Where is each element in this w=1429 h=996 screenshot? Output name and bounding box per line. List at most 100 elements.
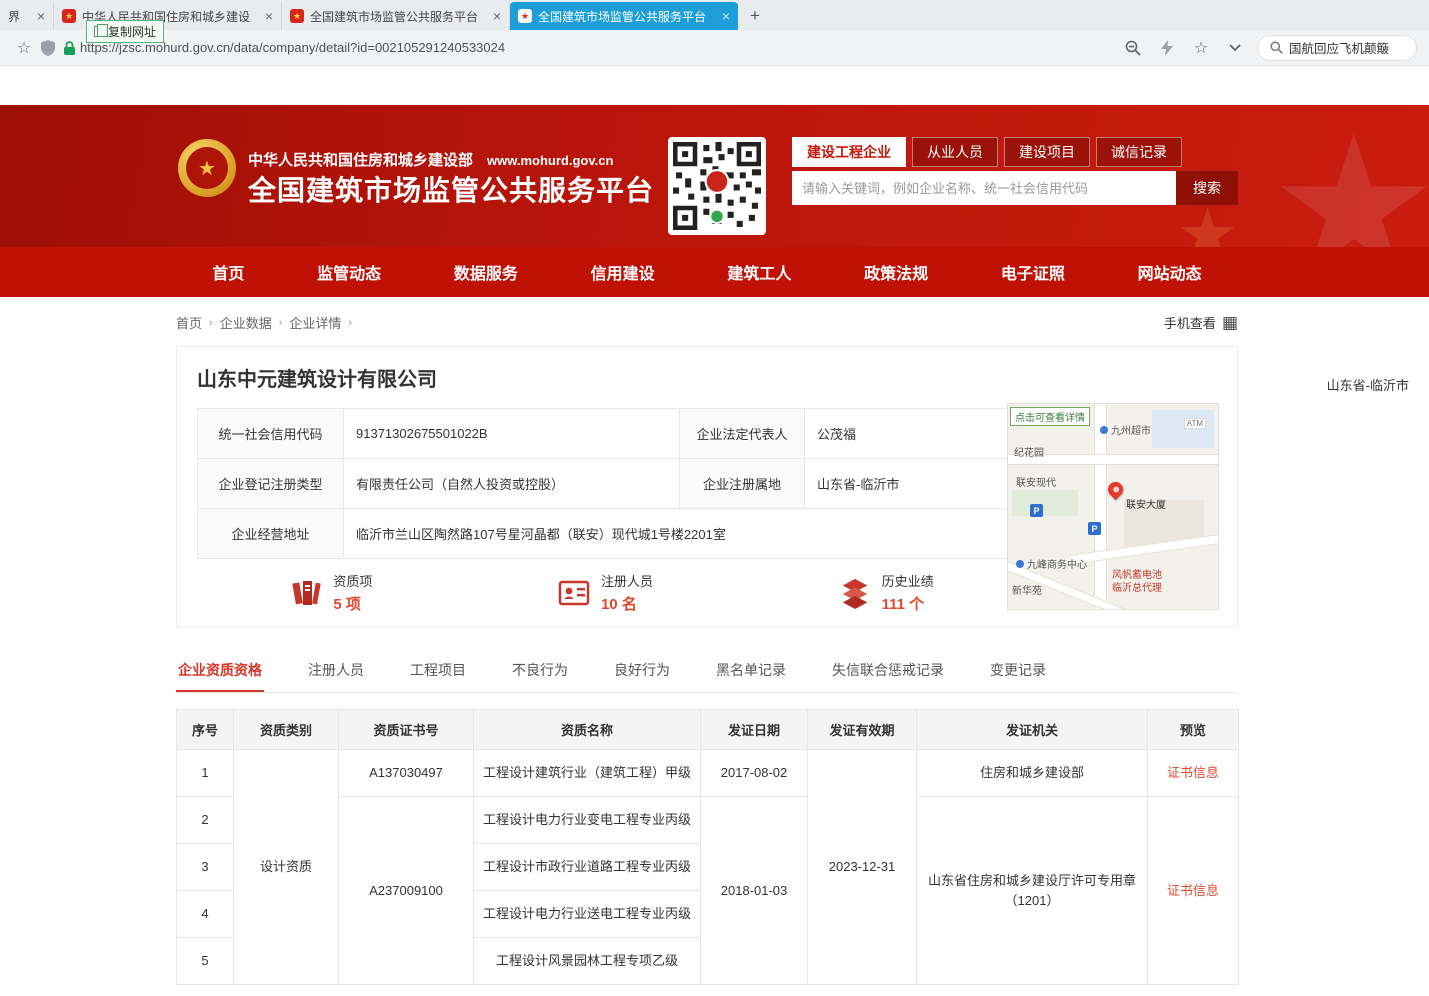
breadcrumb: 首页 › 企业数据 › 企业详情 › <box>176 313 352 332</box>
col-category: 资质类别 <box>234 710 339 750</box>
zoom-icon[interactable] <box>1121 36 1145 60</box>
tab-registered-personnel[interactable]: 注册人员 <box>306 652 366 692</box>
close-icon[interactable]: × <box>37 9 45 23</box>
cell-cert-number: A137030497 <box>339 750 474 797</box>
legal-rep-value: 公茂福 <box>805 409 1027 459</box>
map-label-text: 联安大厦 <box>1126 496 1166 511</box>
stat-historical-performance[interactable]: 历史业绩 111 个 <box>838 571 934 614</box>
nav-item-data-services[interactable]: 数据服务 <box>454 260 518 284</box>
map-label-xinhua: 新华苑 <box>1012 582 1042 597</box>
close-icon[interactable]: × <box>265 9 273 23</box>
reg-type-value: 有限责任公司（自然人投资或控股） <box>344 459 680 509</box>
tab-projects[interactable]: 工程项目 <box>408 652 468 692</box>
stat-qualifications[interactable]: 资质项 5 项 <box>289 571 372 614</box>
stat-label: 资质项 <box>333 571 372 590</box>
layers-icon <box>838 577 872 609</box>
col-validity: 发证有效期 <box>808 710 917 750</box>
browser-address-bar[interactable]: ☆ https://jzsc.mohurd.gov.cn/data/compan… <box>0 30 1429 66</box>
cell-serial: 2 <box>177 797 234 844</box>
nav-item-construction-workers[interactable]: 建筑工人 <box>727 260 791 284</box>
col-qualification-name: 资质名称 <box>474 710 701 750</box>
tab-bad-behavior[interactable]: 不良行为 <box>510 652 570 692</box>
breadcrumb-separator: › <box>209 317 213 329</box>
flash-icon[interactable] <box>1155 36 1179 60</box>
cell-preview: 证书信息 <box>1148 750 1239 797</box>
tab-good-behavior[interactable]: 良好行为 <box>612 652 672 692</box>
stat-registered-personnel[interactable]: 注册人员 10 名 <box>557 571 653 614</box>
reg-type-label: 企业登记注册类型 <box>198 459 344 509</box>
parking-icon: P <box>1030 504 1043 517</box>
nav-item-supervision-news[interactable]: 监管动态 <box>317 260 381 284</box>
browser-tab-bar: 界 × ★ 中华人民共和国住房和城乡建设 × ★ 全国建筑市场监管公共服务平台 … <box>0 0 1429 30</box>
search-tab-projects[interactable]: 建设项目 <box>1004 137 1090 167</box>
tab-enterprise-qualifications[interactable]: 企业资质资格 <box>176 652 264 692</box>
copy-url-tooltip[interactable]: 复制网址 <box>86 20 164 43</box>
nav-item-policies[interactable]: 政策法规 <box>864 260 928 284</box>
address-label: 企业经营地址 <box>198 509 344 559</box>
map-label-lianan-modern: 联安现代 <box>1016 474 1056 489</box>
site-favicon-icon: ★ <box>290 9 304 23</box>
breadcrumb-company-data[interactable]: 企业数据 <box>220 313 272 332</box>
detail-tabs: 企业资质资格 注册人员 工程项目 不良行为 良好行为 黑名单记录 失信联合惩戒记… <box>176 652 1238 693</box>
parking-icon: P <box>1088 522 1101 535</box>
search-category-tabs: 建设工程企业 从业人员 建设项目 诚信记录 <box>792 137 1238 167</box>
copy-icon <box>94 26 103 37</box>
map-label-atm: ATM <box>1184 418 1206 429</box>
browser-tab-partial[interactable]: 界 × <box>0 2 54 30</box>
favorite-star-icon[interactable]: ☆ <box>1189 36 1213 60</box>
cell-qualification-name: 工程设计市政行业道路工程专业丙级 <box>474 844 701 891</box>
map-label-text: 九峰商务中心 <box>1027 556 1087 571</box>
site-favicon-icon: ★ <box>518 9 532 23</box>
qr-code <box>668 137 766 235</box>
search-tab-construction-enterprise[interactable]: 建设工程企业 <box>792 137 906 167</box>
map-marker-icon <box>1016 560 1024 568</box>
mobile-view-control[interactable]: 手机查看 ▦ <box>1164 313 1238 332</box>
nav-item-home[interactable]: 首页 <box>212 260 244 284</box>
search-tab-practitioners[interactable]: 从业人员 <box>912 137 998 167</box>
nav-item-credit-building[interactable]: 信用建设 <box>591 260 655 284</box>
col-issuing-authority: 发证机关 <box>917 710 1148 750</box>
credit-code-label: 统一社会信用代码 <box>198 409 344 459</box>
tab-blacklist-records[interactable]: 黑名单记录 <box>714 652 788 692</box>
company-summary-card: 山东中元建筑设计有限公司 山东省-临沂市 统一社会信用代码 9137130267… <box>176 346 1238 628</box>
certificate-info-link[interactable]: 证书信息 <box>1167 883 1219 898</box>
tab-dishonesty-records[interactable]: 失信联合惩戒记录 <box>830 652 946 692</box>
company-location-map[interactable]: 点击可查看详情 ATM 九州超市 纪花园 联安现代 P P 联安大厦 九峰商务中… <box>1007 403 1219 610</box>
browser-search-box[interactable]: 国航回应飞机颠簸 <box>1257 35 1417 61</box>
new-tab-button[interactable]: + <box>750 6 760 26</box>
table-header-row: 序号 资质类别 资质证书号 资质名称 发证日期 发证有效期 发证机关 预览 <box>177 710 1239 750</box>
company-info-table: 统一社会信用代码 91371302675501022B 企业法定代表人 公茂福 … <box>197 408 1027 559</box>
map-label-lianan-tower: 联安大厦 <box>1126 496 1166 511</box>
keyword-search-input[interactable] <box>792 171 1176 205</box>
shield-icon[interactable] <box>36 36 60 60</box>
breadcrumb-home[interactable]: 首页 <box>176 313 202 332</box>
bookmark-star-icon[interactable]: ☆ <box>12 36 36 60</box>
col-issue-date: 发证日期 <box>701 710 808 750</box>
breadcrumb-separator: › <box>348 317 352 329</box>
copy-url-label: 复制网址 <box>108 23 156 40</box>
page-top-whitespace <box>0 66 1429 105</box>
nav-item-site-news[interactable]: 网站动态 <box>1138 260 1202 284</box>
close-icon[interactable]: × <box>493 9 501 23</box>
lock-icon <box>64 41 75 55</box>
cell-cert-number: A237009100 <box>339 797 474 985</box>
browser-tab-jzsc-1[interactable]: ★ 全国建筑市场监管公共服务平台 × <box>282 2 510 30</box>
breadcrumb-company-detail: 企业详情 <box>289 313 341 332</box>
search-tab-credit-records[interactable]: 诚信记录 <box>1096 137 1182 167</box>
tab-change-records[interactable]: 变更记录 <box>988 652 1048 692</box>
cell-issuing-authority: 住房和城乡建设部 <box>917 750 1148 797</box>
authority-line: 山东省住房和城乡建设厅许可专用章 <box>923 871 1141 891</box>
stat-value: 5 项 <box>333 593 372 614</box>
chevron-down-icon[interactable] <box>1223 36 1247 60</box>
close-icon[interactable]: × <box>722 9 730 23</box>
table-row: 1 设计资质 A137030497 工程设计建筑行业（建筑工程）甲级 2017-… <box>177 750 1239 797</box>
national-emblem-logo: ★ <box>178 139 236 197</box>
nav-item-e-certificates[interactable]: 电子证照 <box>1001 260 1065 284</box>
tab-title: 全国建筑市场监管公共服务平台 <box>538 8 716 25</box>
site-header: ★ ★ ★ 中华人民共和国住房和城乡建设部 www.mohurd.gov.cn … <box>0 105 1429 297</box>
search-button[interactable]: 搜索 <box>1176 171 1238 205</box>
hot-search-text: 国航回应飞机颠簸 <box>1289 38 1389 57</box>
certificates-icon <box>289 577 323 609</box>
certificate-info-link[interactable]: 证书信息 <box>1167 765 1219 780</box>
browser-tab-jzsc-active[interactable]: ★ 全国建筑市场监管公共服务平台 × <box>510 2 738 30</box>
